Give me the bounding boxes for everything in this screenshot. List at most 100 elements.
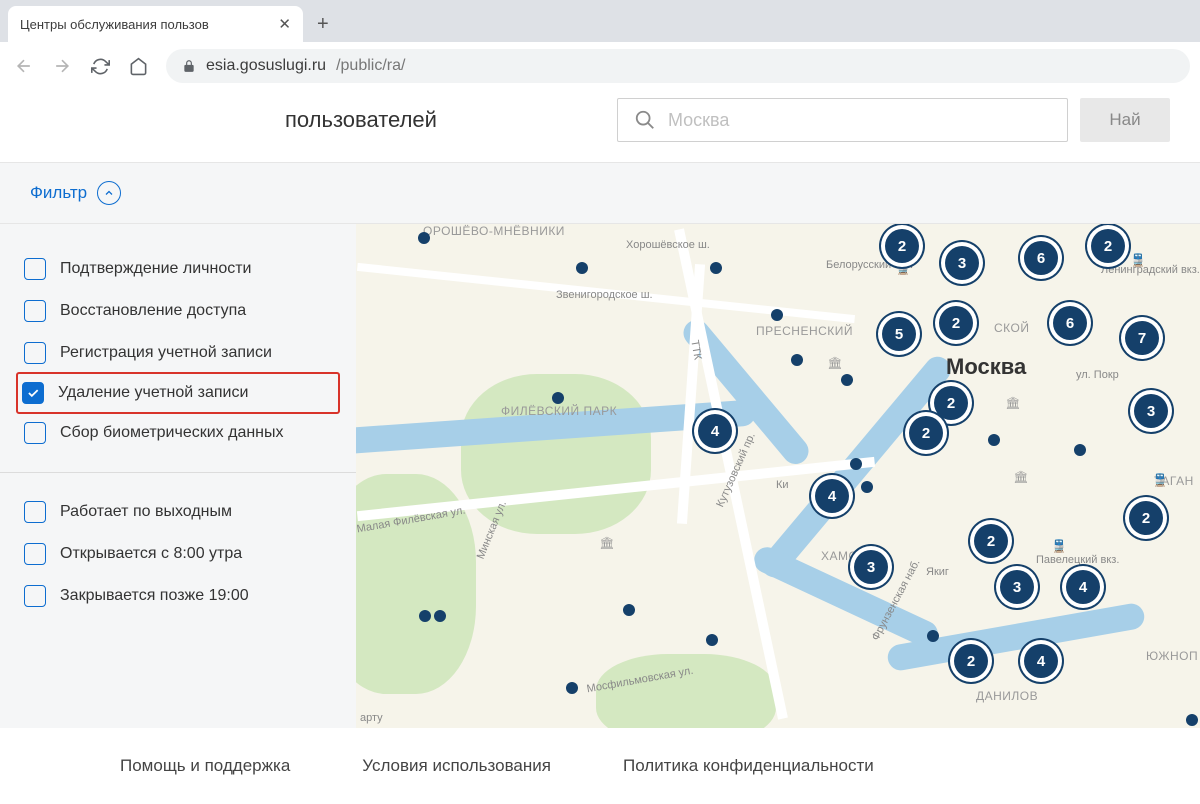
map-cluster[interactable]: 2 bbox=[885, 229, 919, 263]
map-marker[interactable] bbox=[576, 262, 588, 274]
map-marker[interactable] bbox=[434, 610, 446, 622]
filter-option[interactable]: Открывается с 8:00 утра bbox=[18, 533, 338, 575]
separator bbox=[0, 472, 356, 473]
map-marker[interactable] bbox=[710, 262, 722, 274]
home-icon[interactable] bbox=[124, 52, 152, 80]
map-marker[interactable] bbox=[791, 354, 803, 366]
map-marker[interactable] bbox=[1074, 444, 1086, 456]
map-cluster[interactable]: 2 bbox=[909, 416, 943, 450]
new-tab-button[interactable]: + bbox=[317, 13, 329, 36]
building-icon: 🏛 bbox=[826, 354, 844, 372]
map-marker[interactable] bbox=[841, 374, 853, 386]
filter-option-label: Открывается с 8:00 утра bbox=[60, 545, 242, 563]
city-label: Москва bbox=[946, 354, 1026, 380]
map-cluster[interactable]: 2 bbox=[1129, 501, 1163, 535]
map-cluster[interactable]: 4 bbox=[1024, 644, 1058, 678]
map-marker[interactable] bbox=[706, 634, 718, 646]
footer-link-terms[interactable]: Условия использования bbox=[362, 756, 551, 776]
map-marker[interactable] bbox=[419, 610, 431, 622]
map-cluster[interactable]: 2 bbox=[939, 306, 973, 340]
map-marker[interactable] bbox=[623, 604, 635, 616]
address-bar[interactable]: esia.gosuslugi.ru/public/ra/ bbox=[166, 49, 1190, 83]
map-cluster[interactable]: 4 bbox=[698, 414, 732, 448]
filter-option[interactable]: Работает по выходным bbox=[18, 491, 338, 533]
map-cluster[interactable]: 6 bbox=[1053, 306, 1087, 340]
filter-option-label: Удаление учетной записи bbox=[58, 384, 248, 402]
map-cluster[interactable]: 6 bbox=[1024, 241, 1058, 275]
road-label: Ки bbox=[776, 479, 789, 491]
map-cluster[interactable]: 2 bbox=[954, 644, 988, 678]
filter-option-label: Работает по выходным bbox=[60, 503, 232, 521]
map-marker[interactable] bbox=[927, 630, 939, 642]
filter-option-label: Регистрация учетной записи bbox=[60, 344, 272, 362]
footer-link-privacy[interactable]: Политика конфиденциальности bbox=[623, 756, 874, 776]
map-cluster[interactable]: 2 bbox=[1091, 229, 1125, 263]
map-cluster[interactable]: 3 bbox=[854, 550, 888, 584]
checkbox[interactable] bbox=[24, 422, 46, 444]
checkbox[interactable] bbox=[24, 342, 46, 364]
district-label: СКОЙ bbox=[994, 321, 1029, 335]
map-cluster[interactable]: 5 bbox=[882, 317, 916, 351]
filter-toggle[interactable] bbox=[97, 181, 121, 205]
filter-option[interactable]: Подтверждение личности bbox=[18, 248, 338, 290]
footer: Помощь и поддержка Условия использования… bbox=[0, 728, 1200, 804]
map-marker[interactable] bbox=[566, 682, 578, 694]
filter-option[interactable]: Восстановление доступа bbox=[18, 290, 338, 332]
rail-icon: 🚆 bbox=[1129, 251, 1147, 269]
chevron-up-icon bbox=[103, 187, 115, 199]
search-button[interactable]: Най bbox=[1080, 98, 1170, 142]
building-icon: 🏛 bbox=[1012, 468, 1030, 486]
back-icon[interactable] bbox=[10, 52, 38, 80]
checkbox[interactable] bbox=[24, 300, 46, 322]
main: Подтверждение личности Восстановление дос… bbox=[0, 224, 1200, 728]
filter-option[interactable]: Сбор биометрических данных bbox=[18, 412, 338, 454]
footer-link-help[interactable]: Помощь и поддержка bbox=[120, 756, 290, 776]
map-marker[interactable] bbox=[850, 458, 862, 470]
checkbox[interactable] bbox=[22, 382, 44, 404]
search-box[interactable] bbox=[617, 98, 1068, 142]
map-marker[interactable] bbox=[418, 232, 430, 244]
road-label: Хорошёвское ш. bbox=[626, 239, 710, 251]
close-icon[interactable]: ✕ bbox=[278, 15, 291, 33]
url-host: esia.gosuslugi.ru bbox=[206, 57, 326, 75]
search-icon bbox=[634, 109, 656, 131]
forward-icon[interactable] bbox=[48, 52, 76, 80]
checkbox[interactable] bbox=[24, 258, 46, 280]
filter-option[interactable]: Удаление учетной записи bbox=[16, 372, 340, 414]
map-cluster[interactable]: 3 bbox=[1000, 570, 1034, 604]
filter-option[interactable]: Регистрация учетной записи bbox=[18, 332, 338, 374]
map-marker[interactable] bbox=[1186, 714, 1198, 726]
map-cluster[interactable]: 3 bbox=[1134, 394, 1168, 428]
search-input[interactable] bbox=[668, 110, 1051, 131]
district-label: ДАНИЛОВ bbox=[976, 689, 1038, 703]
map-credit: арту bbox=[360, 712, 383, 724]
map-marker[interactable] bbox=[861, 481, 873, 493]
checkbox[interactable] bbox=[24, 543, 46, 565]
road-label: Якиг bbox=[926, 566, 949, 578]
map-marker[interactable] bbox=[552, 392, 564, 404]
map-cluster[interactable]: 2 bbox=[934, 386, 968, 420]
filter-option[interactable]: Закрывается позже 19:00 bbox=[18, 575, 338, 617]
filter-label: Фильтр bbox=[30, 183, 87, 203]
map-cluster[interactable]: 7 bbox=[1125, 321, 1159, 355]
district-label: ПРЕСНЕНСКИЙ bbox=[756, 324, 853, 338]
map-cluster[interactable]: 4 bbox=[815, 479, 849, 513]
map-marker[interactable] bbox=[988, 434, 1000, 446]
district-label: ЮЖНОП bbox=[1146, 649, 1198, 663]
browser-chrome: Центры обслуживания пользов ✕ + esia.gos… bbox=[0, 0, 1200, 90]
checkbox[interactable] bbox=[24, 501, 46, 523]
map[interactable]: Москва ОРОШЁВО-МНЁВНИКИ ФИЛЁВСКИЙ ПАРК П… bbox=[356, 224, 1200, 728]
browser-tab[interactable]: Центры обслуживания пользов ✕ bbox=[8, 6, 303, 42]
map-cluster[interactable]: 2 bbox=[974, 524, 1008, 558]
sidebar: Подтверждение личности Восстановление дос… bbox=[0, 224, 356, 728]
tab-bar: Центры обслуживания пользов ✕ + bbox=[0, 0, 1200, 42]
filter-option-label: Подтверждение личности bbox=[60, 260, 252, 278]
reload-icon[interactable] bbox=[86, 52, 114, 80]
checkbox[interactable] bbox=[24, 585, 46, 607]
map-cluster[interactable]: 3 bbox=[945, 246, 979, 280]
map-cluster[interactable]: 4 bbox=[1066, 570, 1100, 604]
building-icon: 🏛 bbox=[598, 534, 616, 552]
map-marker[interactable] bbox=[771, 309, 783, 321]
building-icon: 🏛 bbox=[1004, 394, 1022, 412]
tab-title: Центры обслуживания пользов bbox=[20, 17, 270, 32]
